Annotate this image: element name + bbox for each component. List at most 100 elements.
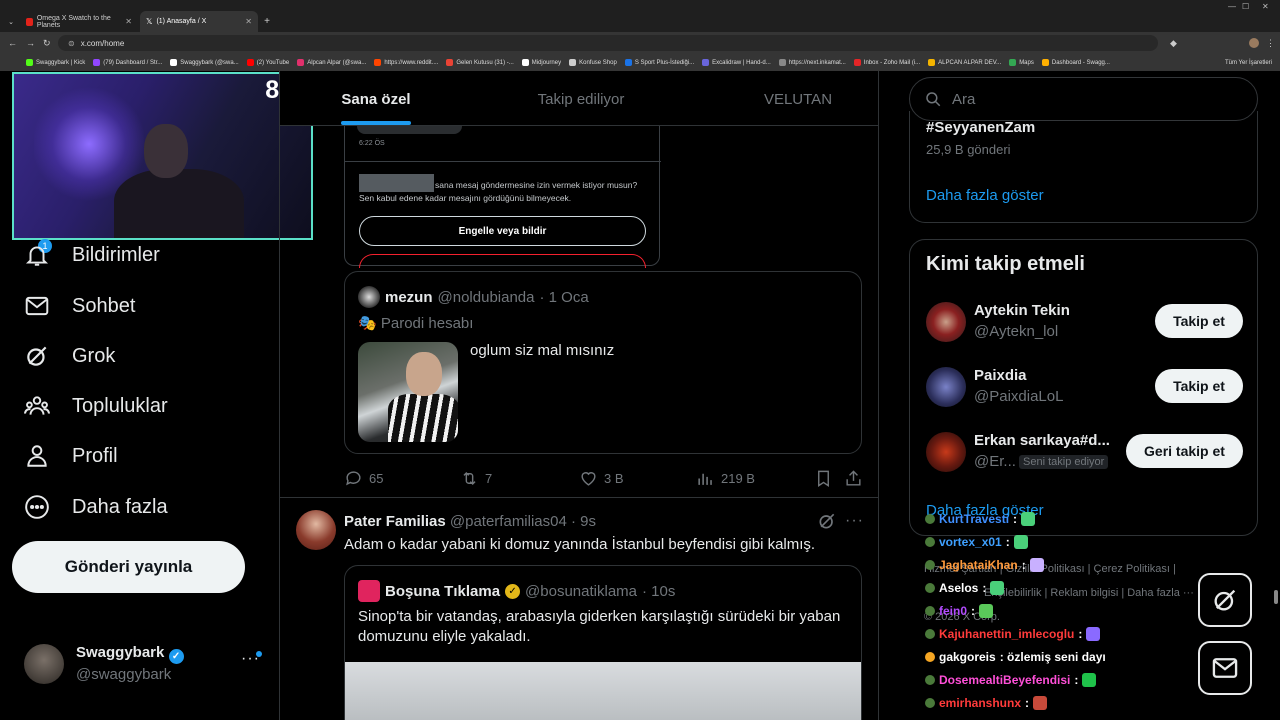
bookmark-label: Midjourney (531, 59, 562, 66)
quoted-tweet[interactable]: Boşuna Tıklama ✓ @bosunatiklama · 10s Si… (344, 565, 862, 720)
nav-label: Bildirimler (72, 243, 160, 266)
bookmark-item[interactable]: https://www.reddit.... (374, 59, 438, 66)
quote-author-name: Boşuna Tıklama (385, 582, 501, 600)
tab-velutan[interactable]: VELUTAN (728, 91, 868, 108)
site-info-icon[interactable]: ⊜ (68, 39, 75, 48)
post-button[interactable]: Gönderi yayınla (12, 541, 245, 593)
account-handle: @swaggybark (76, 666, 172, 683)
close-tab-icon[interactable]: ✕ (125, 17, 132, 26)
chat-username: Aselos (939, 581, 979, 595)
share-button[interactable] (844, 469, 863, 488)
more-icon[interactable]: ··· (845, 512, 864, 530)
show-more-link[interactable]: Daha fazla göster (926, 187, 1044, 204)
bookmark-label: Swaggybark | Kick (36, 59, 86, 66)
author-name[interactable]: Pater Familias (344, 513, 446, 530)
bookmark-item[interactable]: Maps (1009, 59, 1034, 66)
quote-image[interactable] (358, 342, 458, 442)
active-tab-indicator (341, 121, 411, 125)
chat-emote-icon (990, 581, 1005, 595)
extensions-icon[interactable]: ◆ (1170, 38, 1177, 49)
bookmark-label: https://www.reddit.... (384, 59, 439, 66)
bookmark-item[interactable]: https://next.inkamat... (778, 59, 846, 66)
bookmark-item[interactable]: Gelen Kutusu (31) -... (446, 59, 514, 66)
bookmark-item[interactable]: Excalidraw | Hand-d... (702, 59, 771, 66)
views-button[interactable]: 219 B (696, 469, 755, 488)
reply-button[interactable]: 65 (344, 469, 383, 488)
profile-avatar-icon[interactable] (1249, 38, 1259, 48)
tab-menu-button[interactable]: ⌄ (4, 11, 18, 32)
chat-text: : (971, 604, 976, 618)
bookmark-item[interactable]: Swaggybark (@swa... (170, 59, 239, 66)
feed-tabs: Sana özel Takip ediliyor VELUTAN (280, 71, 878, 126)
suggestion-item[interactable]: Aytekin Tekin @Aytekn_lol Takip et (926, 300, 1246, 350)
bookmark-item[interactable]: (79) Dashboard / Str... (93, 59, 162, 66)
image-shirt (388, 394, 458, 442)
bookmark-item[interactable]: Dashboard - Swagg... (1041, 59, 1110, 66)
forward-icon[interactable]: → (26, 38, 35, 48)
avatar[interactable] (296, 510, 336, 550)
chat-badge-icon (925, 514, 935, 524)
chat-emote-icon (1013, 535, 1028, 549)
bookmark-item[interactable]: Inbox - Zoho Mail (i... (853, 59, 920, 66)
quote-author-handle: @noldubianda (437, 288, 535, 306)
quote-media[interactable] (345, 662, 861, 720)
bookmark-favicon-icon (1009, 59, 1017, 66)
bookmark-favicon-icon (778, 59, 786, 66)
bookmark-item[interactable]: Alpcan Alpar (@swa... (297, 59, 366, 66)
bookmark-button[interactable] (814, 469, 833, 488)
bookmark-item[interactable]: Swaggybark | Kick (26, 59, 85, 66)
nav-chat[interactable]: Sohbet (24, 293, 135, 319)
url-field[interactable]: ⊜ x.com/home (58, 35, 1158, 51)
bookmark-item[interactable]: (2) YouTube (246, 59, 289, 66)
close-window-icon[interactable]: ✕ (1262, 2, 1269, 11)
messages-floating-button[interactable] (1198, 641, 1252, 695)
tweet-time[interactable]: · 9s (571, 513, 596, 530)
nav-notifications[interactable]: Bildirimler (24, 242, 160, 268)
bookmark-label: Swaggybark (@swa... (180, 59, 239, 66)
reload-icon[interactable]: ↻ (43, 38, 51, 49)
nav-profile[interactable]: Profil (24, 443, 118, 469)
bookmark-item[interactable]: ALPCAN ALPAR DEV... (928, 59, 1001, 66)
repost-button[interactable]: 7 (460, 469, 492, 488)
back-icon[interactable]: ← (8, 38, 17, 48)
suggestion-item[interactable]: Paixdia @PaixdiaLoL Takip et (926, 365, 1246, 415)
follow-button[interactable]: Takip et (1155, 304, 1243, 338)
all-bookmarks-button[interactable]: Tüm Yer İşaretleri (1225, 60, 1280, 66)
follow-back-button[interactable]: Geri takip et (1126, 434, 1243, 468)
suggestion-item[interactable]: Erkan sarıkaya#d... @Er... Seni takip ed… (926, 430, 1246, 480)
close-tab-icon[interactable]: ✕ (245, 17, 252, 26)
browser-tab-1[interactable]: Omega X Swatch to the Planets ✕ (20, 11, 138, 32)
tweet-divider (280, 497, 878, 498)
tab-title: Omega X Swatch to the Planets (36, 14, 111, 29)
quoted-tweet[interactable]: mezun @noldubianda · 1 Oca 🎭 Parodi hesa… (344, 271, 862, 454)
minimize-icon[interactable]: — (1228, 2, 1236, 11)
browser-tab-2[interactable]: 𝕏 (1) Anasayfa / X ✕ (140, 11, 258, 32)
browser-menu-icon[interactable]: ⋮ (1266, 38, 1275, 49)
grok-icon[interactable] (817, 511, 837, 531)
author-handle[interactable]: @paterfamilias04 (450, 513, 567, 530)
nav-more[interactable]: Daha fazla (24, 494, 168, 520)
bookmark-item[interactable]: Konfuse Shop (569, 59, 617, 66)
trend-hashtag[interactable]: #SeyyanenZam (926, 119, 1035, 136)
follow-button[interactable]: Takip et (1155, 369, 1243, 403)
bookmark-item[interactable]: Midjourney (521, 59, 562, 66)
bookmark-item[interactable]: S Sport Plus-İstediği... (624, 59, 694, 66)
chat-badge-icon (925, 583, 935, 593)
nav-communities[interactable]: Topluluklar (24, 393, 168, 419)
scrollbar-thumb[interactable] (1274, 590, 1278, 604)
account-switcher[interactable]: Swaggybark ✓ @swaggybark ··· (24, 640, 269, 686)
like-button[interactable]: 3 B (579, 469, 624, 488)
unread-dot (256, 651, 262, 657)
new-tab-button[interactable]: + (260, 11, 274, 32)
chat-message: vortex_x01: (925, 535, 1028, 549)
maximize-icon[interactable]: ☐ (1242, 2, 1249, 11)
tab-for-you[interactable]: Sana özel (320, 91, 432, 108)
search-input[interactable]: Ara (909, 77, 1258, 121)
grok-floating-button[interactable] (1198, 573, 1252, 627)
nav-grok[interactable]: Grok (24, 343, 115, 369)
more-circle-icon (25, 495, 49, 519)
bookmark-label: https://next.inkamat... (788, 59, 846, 66)
delete-button-partial (359, 254, 646, 268)
tab-following[interactable]: Takip ediliyor (509, 91, 653, 108)
quote-text: Sinop'ta bir vatandaş, arabasıyla giderk… (358, 608, 841, 645)
